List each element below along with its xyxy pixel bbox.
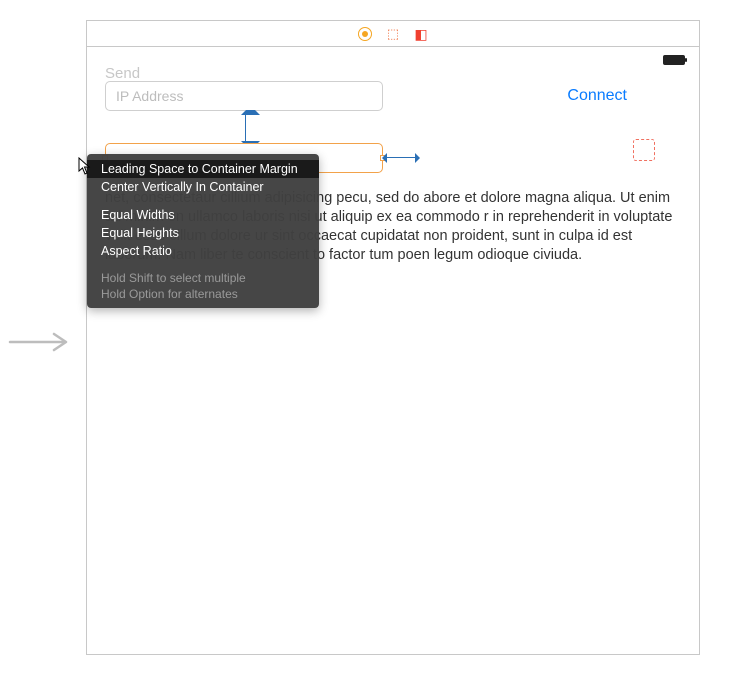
top-toolbar: ⬚ ◧ bbox=[87, 21, 699, 47]
send-button-disabled[interactable]: Send bbox=[105, 65, 140, 82]
menu-item-aspect-ratio[interactable]: Aspect Ratio bbox=[87, 242, 319, 260]
menu-item-equal-widths[interactable]: Equal Widths bbox=[87, 206, 319, 224]
menu-item-center-vertically[interactable]: Center Vertically In Container bbox=[87, 178, 319, 196]
vertical-constraint-indicator[interactable] bbox=[245, 111, 246, 145]
menu-separator bbox=[87, 196, 319, 206]
external-pointer-arrow bbox=[8, 332, 72, 352]
battery-icon bbox=[663, 55, 685, 65]
breakpoint-icon[interactable] bbox=[358, 27, 372, 41]
horizontal-constraint-indicator[interactable] bbox=[383, 157, 419, 158]
constraint-context-menu: Leading Space to Container Margin Center… bbox=[87, 154, 319, 308]
ip-address-field[interactable]: IP Address bbox=[105, 81, 383, 111]
empty-image-placeholder[interactable] bbox=[633, 139, 655, 161]
menu-item-leading-space[interactable]: Leading Space to Container Margin bbox=[87, 160, 319, 178]
canvas-content: IP Address Connect Send net, consectetau… bbox=[87, 47, 699, 654]
cursor-icon bbox=[78, 157, 92, 175]
connect-button[interactable]: Connect bbox=[567, 87, 627, 105]
cube-icon[interactable]: ⬚ bbox=[386, 27, 400, 41]
stack-icon[interactable]: ◧ bbox=[414, 27, 428, 41]
canvas-frame: ⬚ ◧ IP Address Connect Send net, consect… bbox=[86, 20, 700, 655]
menu-item-equal-heights[interactable]: Equal Heights bbox=[87, 224, 319, 242]
menu-hint-shift: Hold Shift to select multiple bbox=[87, 270, 319, 286]
ip-placeholder: IP Address bbox=[116, 88, 183, 104]
menu-separator bbox=[87, 260, 319, 270]
menu-hint-option: Hold Option for alternates bbox=[87, 286, 319, 302]
